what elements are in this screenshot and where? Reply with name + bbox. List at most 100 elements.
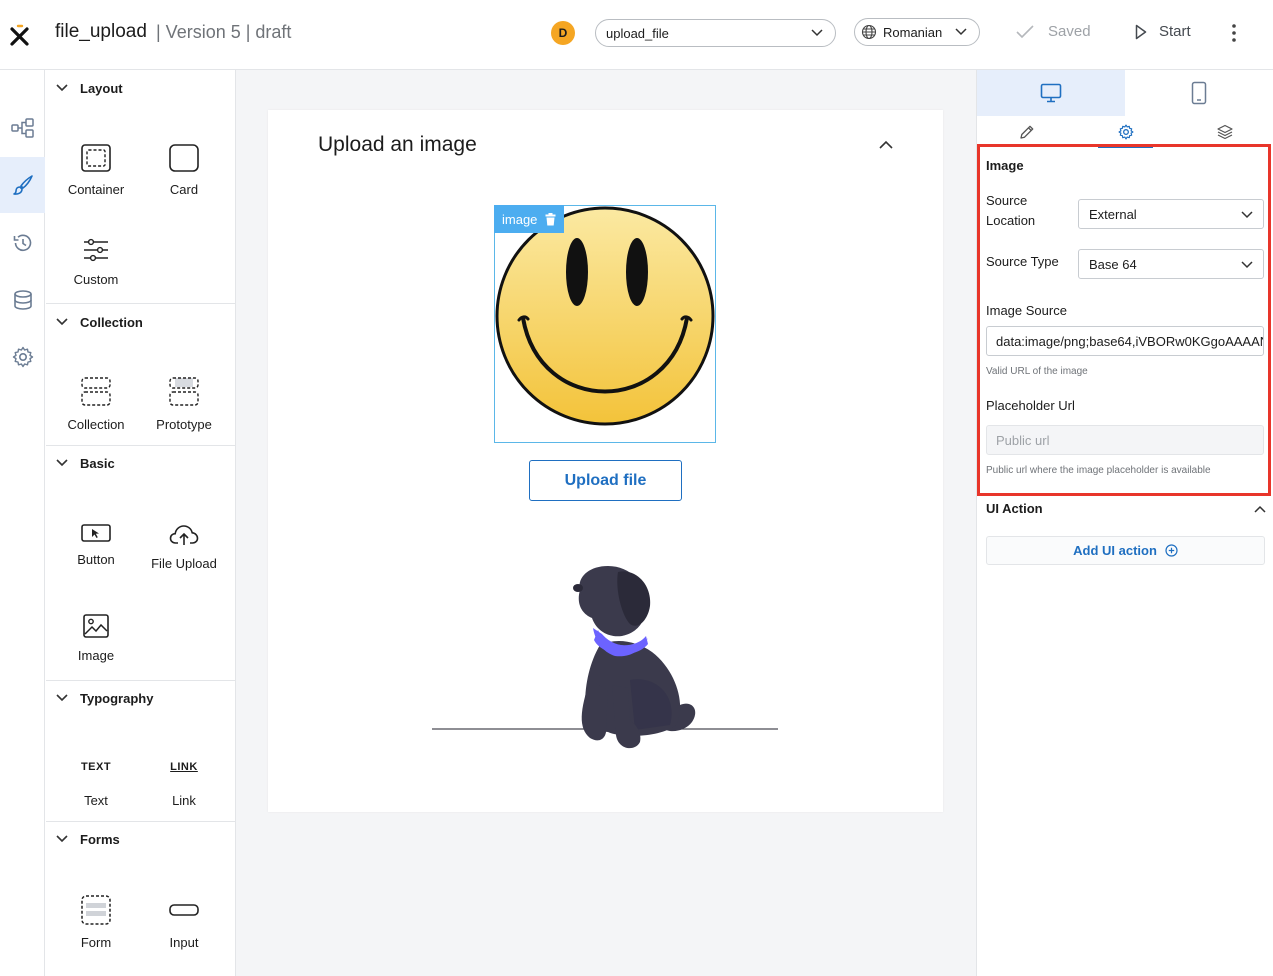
card-title: Upload an image xyxy=(318,133,477,156)
divider xyxy=(46,680,235,681)
palette-item-image-label: Image xyxy=(77,648,115,663)
rail-item-data[interactable] xyxy=(0,272,45,328)
palette-item-file-upload[interactable]: File Upload xyxy=(139,524,229,571)
dog-illustration xyxy=(432,566,778,749)
collection-icon xyxy=(81,377,111,406)
section-basic[interactable]: Basic xyxy=(46,455,235,475)
process-select[interactable]: upload_file xyxy=(595,19,836,47)
sliders-icon xyxy=(84,238,108,262)
section-layout-label: Layout xyxy=(80,81,123,96)
container-icon xyxy=(81,144,111,172)
palette-item-form[interactable]: Form xyxy=(51,895,141,950)
image-icon xyxy=(83,614,109,638)
section-collection[interactable]: Collection xyxy=(46,314,235,334)
check-icon xyxy=(1016,24,1034,38)
palette-item-custom-label: Custom xyxy=(73,272,119,287)
section-typography-label: Typography xyxy=(80,691,154,706)
chevron-down-icon xyxy=(56,459,68,467)
chevron-down-icon xyxy=(56,835,68,843)
rail-item-settings[interactable] xyxy=(0,329,45,385)
palette-item-link[interactable]: LINK Link xyxy=(139,761,229,808)
text-glyph-icon: TEXT xyxy=(80,761,112,773)
play-icon xyxy=(1135,24,1147,39)
rail-item-history[interactable] xyxy=(0,215,45,271)
palette-item-collection[interactable]: Collection xyxy=(51,377,141,432)
chevron-up-icon xyxy=(1254,505,1266,513)
rail-item-process[interactable] xyxy=(0,100,45,156)
plus-circle-icon xyxy=(1165,544,1178,557)
pencil-icon xyxy=(1019,125,1033,139)
globe-icon xyxy=(861,24,877,40)
trash-icon[interactable] xyxy=(545,212,556,226)
palette-item-prototype[interactable]: Prototype xyxy=(139,377,229,432)
section-forms-label: Forms xyxy=(80,832,120,847)
logo-icon xyxy=(10,24,29,46)
chevron-down-icon xyxy=(56,318,68,326)
upload-card[interactable]: Upload an image image Upload file xyxy=(268,110,943,812)
cloud-upload-icon xyxy=(169,525,199,545)
palette-item-prototype-label: Prototype xyxy=(156,417,212,432)
image-source-helper: Valid URL of the image xyxy=(986,366,1088,377)
divider xyxy=(46,445,235,446)
image-section-title: Image xyxy=(986,158,1024,173)
placeholder-url-label: Placeholder Url xyxy=(986,398,1075,413)
link-glyph-icon: LINK xyxy=(170,761,198,773)
image-tag-label: image xyxy=(502,211,538,227)
image-source-input[interactable]: data:image/png;base64,iVBORw0KGgoAAAANSU… xyxy=(986,326,1264,356)
palette-item-button-label: Button xyxy=(77,552,115,567)
palette-item-button[interactable]: Button xyxy=(51,524,141,567)
chevron-down-icon xyxy=(1241,211,1253,219)
source-type-select[interactable]: Base 64 xyxy=(1078,249,1264,279)
app-title: file_upload xyxy=(55,21,147,42)
process-icon xyxy=(10,118,34,138)
source-location-label: Source Location xyxy=(986,193,1036,228)
palette-item-link-label: Link xyxy=(172,793,196,808)
upload-file-button[interactable]: Upload file xyxy=(529,460,682,501)
section-basic-label: Basic xyxy=(80,456,115,471)
chevron-down-icon xyxy=(811,29,823,37)
source-location-select[interactable]: External xyxy=(1078,199,1264,229)
left-rail xyxy=(0,70,45,976)
source-type-value: Base 64 xyxy=(1089,256,1137,272)
add-ui-action-button[interactable]: Add UI action xyxy=(986,536,1265,565)
saved-status: Saved xyxy=(1016,23,1091,40)
palette-item-card[interactable]: Card xyxy=(139,144,229,197)
prototype-icon xyxy=(169,377,199,406)
section-layout[interactable]: Layout xyxy=(46,80,235,100)
tab-mobile[interactable] xyxy=(1125,70,1273,116)
start-button[interactable]: Start xyxy=(1135,23,1191,40)
component-palette: Layout Container Card Custom Collection xyxy=(46,70,236,976)
properties-panel: Image Source Location External Source Ty… xyxy=(976,70,1273,976)
tab-desktop[interactable] xyxy=(977,70,1125,116)
palette-item-input[interactable]: Input xyxy=(139,895,229,950)
section-typography[interactable]: Typography xyxy=(46,690,235,710)
chevron-down-icon xyxy=(56,694,68,702)
source-type-label: Source Type xyxy=(986,254,1059,269)
palette-item-text[interactable]: TEXT Text xyxy=(51,761,141,808)
divider xyxy=(46,821,235,822)
avatar[interactable]: D xyxy=(551,21,575,45)
palette-item-custom[interactable]: Custom xyxy=(51,238,141,287)
section-forms[interactable]: Forms xyxy=(46,831,235,851)
palette-item-container[interactable]: Container xyxy=(51,144,141,197)
chevron-down-icon xyxy=(1241,261,1253,269)
brush-icon xyxy=(12,175,33,195)
gear-icon xyxy=(12,346,33,368)
ui-action-title: UI Action xyxy=(986,501,1043,516)
form-icon xyxy=(81,895,111,925)
chevron-up-icon[interactable] xyxy=(879,140,893,150)
divider xyxy=(46,303,235,304)
rail-item-ui-designer[interactable] xyxy=(0,157,45,213)
version-label: | Version 5 | draft xyxy=(156,22,292,42)
more-options-icon[interactable] xyxy=(1226,22,1242,44)
ui-action-section[interactable]: UI Action xyxy=(986,501,1266,516)
placeholder-url-input[interactable]: Public url xyxy=(986,425,1264,455)
device-tabs xyxy=(977,70,1273,116)
palette-item-image[interactable]: Image xyxy=(51,614,141,663)
language-select[interactable]: Romanian xyxy=(854,18,980,46)
smiley-image xyxy=(495,206,715,426)
language-select-value: Romanian xyxy=(883,24,943,40)
palette-item-input-label: Input xyxy=(169,935,199,950)
monitor-icon xyxy=(1040,83,1062,103)
card-icon xyxy=(169,144,199,172)
